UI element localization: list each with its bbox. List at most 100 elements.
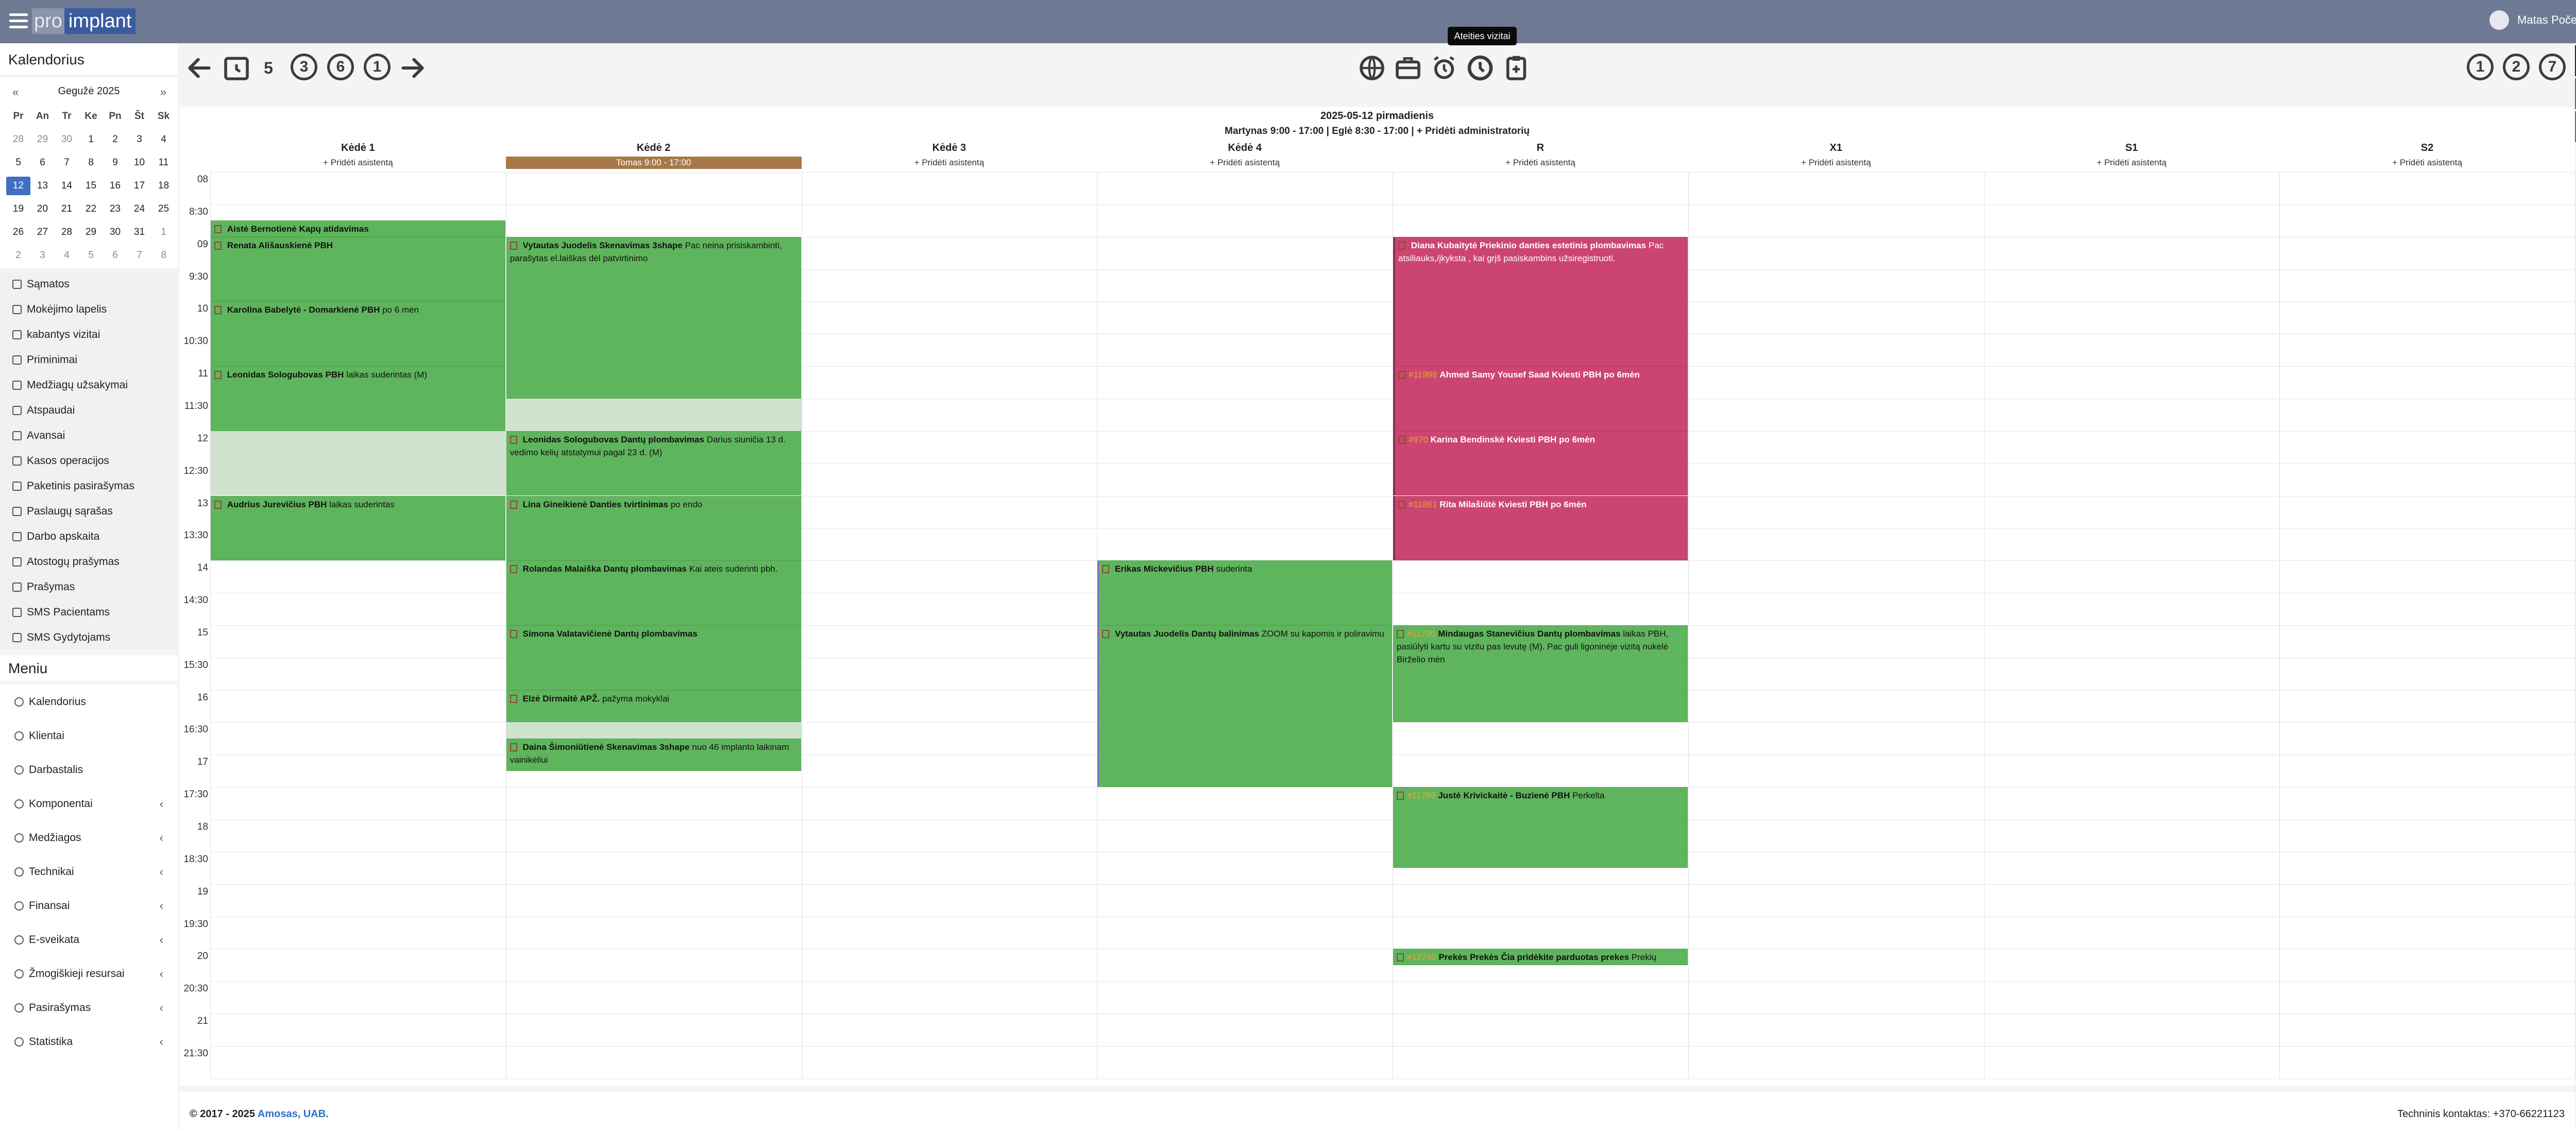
mini-calendar-day[interactable]: 4 bbox=[55, 246, 79, 265]
appointment[interactable]: #11720 Mindaugas Stanevičius Dantų plomb… bbox=[1393, 625, 1688, 723]
mini-calendar-day[interactable]: 13 bbox=[30, 177, 55, 195]
circle-2-icon[interactable]: 2 bbox=[2503, 54, 2530, 80]
appointment[interactable]: Leonidas Sologubovas Dantų plombavimas D… bbox=[506, 431, 801, 496]
mini-calendar-day[interactable]: 17 bbox=[127, 177, 151, 195]
assistant-link[interactable]: + Pridėti asistentą bbox=[210, 157, 506, 169]
assistant-link[interactable]: + Pridėti asistentą bbox=[1393, 157, 1688, 169]
mini-calendar-day[interactable]: 2 bbox=[6, 246, 30, 265]
side-menu-item[interactable]: Atspaudai bbox=[0, 398, 178, 423]
mini-calendar-day[interactable]: 5 bbox=[6, 153, 30, 172]
arrow-left-icon[interactable] bbox=[185, 54, 214, 82]
main-menu-item[interactable]: Technikai ‹ bbox=[0, 855, 178, 889]
mini-calendar-day[interactable]: 29 bbox=[30, 130, 55, 149]
appointment[interactable]: Lina Gineikienė Danties tvirtinimas po e… bbox=[506, 495, 801, 561]
briefcase-icon[interactable] bbox=[1394, 54, 1422, 82]
side-menu-item[interactable]: Paketinis pasirašymas bbox=[0, 474, 178, 499]
mini-calendar-day[interactable]: 25 bbox=[151, 200, 176, 218]
mini-calendar-day[interactable]: 3 bbox=[127, 130, 151, 149]
mini-calendar-day[interactable]: 11 bbox=[151, 153, 176, 172]
mini-calendar-day[interactable]: 30 bbox=[55, 130, 79, 149]
mini-calendar-day[interactable]: 1 bbox=[151, 223, 176, 242]
calendar-today-icon[interactable] bbox=[222, 54, 251, 82]
appointment[interactable]: Vytautas Juodelis Skenavimas 3shape Pac … bbox=[506, 236, 801, 399]
appointment[interactable]: #970 Karina Bendinskė Kviesti PBH po 6mė… bbox=[1393, 431, 1688, 496]
side-menu-item[interactable]: Prašymas bbox=[0, 575, 178, 599]
appointment[interactable]: Rolandas Malaiška Dantų plombavimas Kai … bbox=[506, 560, 801, 625]
mini-calendar-day[interactable]: 28 bbox=[55, 223, 79, 242]
appointment[interactable]: Renata Ališauskienė PBH bbox=[211, 236, 505, 302]
appointment[interactable]: Daina Šimoniūtienė Skenavimas 3shape nuo… bbox=[506, 738, 801, 771]
appointment[interactable]: #12740 Prekės Prekės Čia pridėkite pardu… bbox=[1393, 949, 1688, 965]
mini-calendar-day[interactable]: 8 bbox=[151, 246, 176, 265]
mini-calendar-day[interactable]: 12 bbox=[6, 177, 30, 195]
mini-calendar-day[interactable]: 2 bbox=[103, 130, 127, 149]
future-visits-icon[interactable] bbox=[1466, 54, 1495, 82]
mini-calendar-day[interactable]: 7 bbox=[55, 153, 79, 172]
mini-calendar-day[interactable]: 16 bbox=[103, 177, 127, 195]
assistant-link[interactable]: + Pridėti asistentą bbox=[2279, 157, 2575, 169]
calendar-staff-line[interactable]: Martynas 9:00 - 17:00 | Eglė 8:30 - 17:0… bbox=[179, 126, 2575, 137]
mini-calendar-day[interactable]: 1 bbox=[79, 130, 103, 149]
mini-calendar-day[interactable]: 28 bbox=[6, 130, 30, 149]
globe-icon[interactable] bbox=[1358, 54, 1386, 82]
mini-calendar-day[interactable]: 4 bbox=[151, 130, 176, 149]
main-menu-item[interactable]: Darbastalis bbox=[0, 753, 178, 787]
mini-calendar-day[interactable]: 23 bbox=[103, 200, 127, 218]
main-menu-item[interactable]: Medžiagos ‹ bbox=[0, 821, 178, 855]
side-menu-item[interactable]: Kasos operacijos bbox=[0, 449, 178, 473]
mini-calendar-day[interactable]: 26 bbox=[6, 223, 30, 242]
side-menu-item[interactable]: SMS Gydytojams bbox=[0, 625, 178, 650]
week-6-icon[interactable]: 6 bbox=[327, 54, 354, 80]
clipboard-icon[interactable] bbox=[1502, 54, 1531, 82]
page-number[interactable]: 5 bbox=[258, 54, 279, 82]
assistant-link[interactable]: + Pridėti asistentą bbox=[1688, 157, 1984, 169]
side-menu-item[interactable]: Avansai bbox=[0, 423, 178, 448]
side-menu-item[interactable]: SMS Pacientams bbox=[0, 600, 178, 625]
appointment[interactable]: #11861 Rita Milašiūtė Kviesti PBH po 6mė… bbox=[1393, 495, 1688, 561]
circle-1-icon[interactable]: 1 bbox=[2467, 54, 2494, 80]
side-menu-item[interactable]: Sąmatos bbox=[0, 272, 178, 297]
main-menu-item[interactable]: Finansai ‹ bbox=[0, 889, 178, 923]
appointment[interactable]: Erikas Mickevičius PBH suderinta bbox=[1097, 560, 1392, 625]
mini-calendar-day[interactable]: 9 bbox=[103, 153, 127, 172]
assistant-link[interactable]: + Pridėti asistentą bbox=[1984, 157, 2280, 169]
side-menu-item[interactable]: Darbo apskaita bbox=[0, 524, 178, 549]
appointment[interactable]: Karolina Babelytė - Domarkienė PBH po 6 … bbox=[211, 301, 505, 367]
logo[interactable]: pro implant bbox=[32, 8, 136, 34]
week-1-icon[interactable]: 1 bbox=[364, 54, 391, 80]
side-menu-item[interactable]: Priminimai bbox=[0, 348, 178, 372]
mini-calendar-day[interactable]: 20 bbox=[30, 200, 55, 218]
calendar-grid[interactable]: Aistė Bernotienė Kapų atidavimas Renata … bbox=[210, 172, 2575, 1079]
mini-calendar-day[interactable]: 10 bbox=[127, 153, 151, 172]
side-menu-item[interactable]: Paslaugų sąrašas bbox=[0, 499, 178, 524]
mini-calendar-day[interactable]: 7 bbox=[127, 246, 151, 265]
assistant-link[interactable]: Tomas 9:00 - 17:00 bbox=[505, 157, 802, 169]
main-menu-item[interactable]: Statistika ‹ bbox=[0, 1025, 178, 1059]
main-menu-item[interactable]: Komponentai ‹ bbox=[0, 787, 178, 821]
week-3-icon[interactable]: 3 bbox=[291, 54, 317, 80]
mini-calendar-day[interactable]: 19 bbox=[6, 200, 30, 218]
mini-calendar-day[interactable]: 31 bbox=[127, 223, 151, 242]
mini-calendar-day[interactable]: 27 bbox=[30, 223, 55, 242]
main-menu-item[interactable]: E-sveikata ‹ bbox=[0, 923, 178, 957]
appointment[interactable]: Simona Valatavičienė Dantų plombavimas bbox=[506, 625, 801, 690]
appointment[interactable]: #11998 Ahmed Samy Yousef Saad Kviesti PB… bbox=[1393, 366, 1688, 431]
side-menu-item[interactable]: Mokėjimo lapelis bbox=[0, 297, 178, 322]
mini-calendar-day[interactable]: 6 bbox=[30, 153, 55, 172]
menu-toggle-icon[interactable] bbox=[9, 13, 28, 29]
mini-calendar-day[interactable]: 18 bbox=[151, 177, 176, 195]
arrow-right-icon[interactable] bbox=[398, 54, 427, 82]
side-menu-item[interactable]: Atostogų prašymas bbox=[0, 550, 178, 574]
mini-calendar-day[interactable]: 3 bbox=[30, 246, 55, 265]
appointment[interactable]: Vytautas Juodelis Dantų balinimas ZOOM s… bbox=[1097, 625, 1392, 787]
appointment[interactable]: Diana Kubaitytė Priekinio danties esteti… bbox=[1393, 236, 1688, 367]
main-menu-item[interactable]: Žmogiškieji resursai ‹ bbox=[0, 957, 178, 991]
mini-calendar-next[interactable]: » bbox=[160, 85, 166, 99]
mini-calendar-day[interactable]: 22 bbox=[79, 200, 103, 218]
appointment[interactable]: Leonidas Sologubovas PBH laikas suderint… bbox=[211, 366, 505, 431]
main-menu-item[interactable]: Klientai bbox=[0, 719, 178, 753]
user-menu[interactable]: Matas Počebutas bbox=[2489, 10, 2576, 30]
appointment[interactable]: #11789 Justė Krivickaitė - Buzienė PBH P… bbox=[1393, 787, 1688, 868]
mini-calendar-day[interactable]: 6 bbox=[103, 246, 127, 265]
appointment[interactable]: Aistė Bernotienė Kapų atidavimas bbox=[211, 220, 505, 237]
